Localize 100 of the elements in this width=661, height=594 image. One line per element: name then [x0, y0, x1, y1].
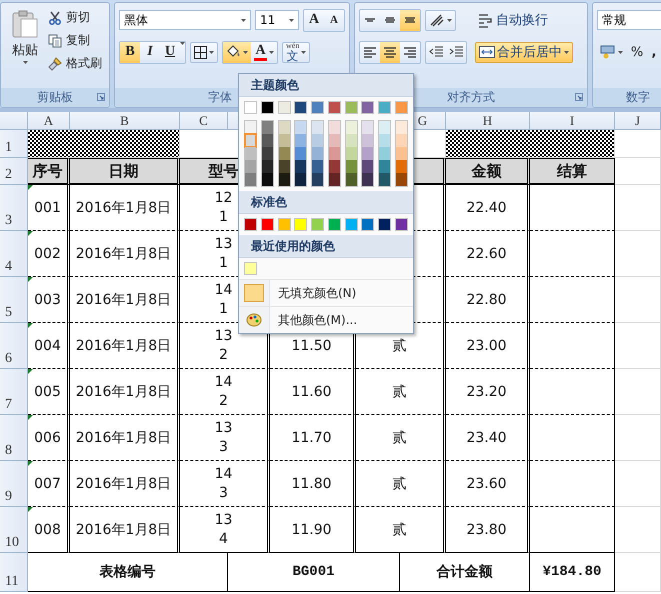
color-swatch[interactable] [379, 134, 390, 147]
shrink-font-button[interactable]: A [324, 10, 344, 30]
underline-button[interactable]: U [160, 42, 180, 62]
color-swatch[interactable] [362, 173, 374, 186]
dialog-launcher-icon[interactable] [97, 93, 105, 101]
color-swatch[interactable] [396, 160, 407, 173]
color-swatch[interactable] [278, 218, 291, 231]
color-swatch[interactable] [394, 101, 408, 114]
color-swatch[interactable] [346, 134, 357, 147]
color-swatch[interactable] [278, 173, 290, 186]
number-format-field[interactable]: 常规 [597, 10, 661, 30]
italic-button[interactable]: I [140, 42, 160, 62]
color-swatch[interactable] [328, 218, 341, 231]
color-swatch[interactable] [244, 101, 257, 114]
percent-button[interactable]: % [627, 42, 647, 62]
color-swatch[interactable] [328, 101, 341, 114]
color-swatch[interactable] [260, 218, 274, 231]
color-swatch[interactable] [378, 218, 392, 231]
color-swatch[interactable] [295, 147, 306, 160]
color-swatch[interactable] [244, 218, 257, 231]
color-swatch[interactable] [378, 101, 392, 114]
color-swatch[interactable] [312, 160, 324, 173]
column-header[interactable]: J [615, 112, 661, 130]
merge-center-button[interactable]: 合并后居中 [475, 42, 573, 62]
color-swatch[interactable] [328, 134, 340, 147]
borders-button[interactable] [190, 42, 218, 62]
color-swatch[interactable] [278, 134, 290, 147]
row-header[interactable]: 11 [0, 553, 28, 592]
color-swatch[interactable] [245, 147, 256, 160]
row-header[interactable]: 2 [0, 158, 28, 185]
color-swatch[interactable] [362, 147, 374, 160]
vertical-align-button[interactable] [400, 10, 420, 30]
clipboard-action[interactable]: 复制 [45, 30, 105, 51]
color-swatch[interactable] [328, 160, 340, 173]
color-swatch[interactable] [394, 218, 408, 231]
color-swatch[interactable] [262, 121, 273, 134]
color-swatch[interactable] [278, 147, 290, 160]
color-swatch[interactable] [328, 173, 340, 186]
color-swatch[interactable] [328, 147, 340, 160]
color-swatch[interactable] [312, 147, 324, 160]
color-swatch[interactable] [278, 101, 291, 114]
dialog-launcher-icon[interactable] [575, 93, 583, 101]
row-header[interactable]: 3 [0, 185, 28, 231]
wrap-text-button[interactable]: 自动换行 [474, 10, 552, 30]
color-swatch[interactable] [346, 160, 357, 173]
menu-item[interactable]: 无填充颜色(N) [278, 284, 356, 302]
font-size-field[interactable]: 11 [255, 10, 299, 30]
color-swatch[interactable] [262, 160, 273, 173]
color-swatch[interactable] [346, 173, 357, 186]
row-header[interactable]: 10 [0, 507, 28, 553]
color-swatch[interactable] [295, 134, 306, 147]
row-header[interactable]: 9 [0, 461, 28, 507]
color-swatch[interactable] [245, 134, 256, 147]
color-swatch[interactable] [362, 134, 374, 147]
row-header[interactable]: 8 [0, 415, 28, 461]
color-swatch[interactable] [379, 160, 390, 173]
bold-button[interactable]: B [120, 42, 140, 62]
color-swatch[interactable] [312, 173, 324, 186]
clipboard-action[interactable]: 格式刷 [45, 53, 105, 74]
column-header[interactable]: H [446, 112, 530, 130]
phonetic-button[interactable]: wén 文 [282, 42, 310, 62]
color-swatch[interactable] [346, 147, 357, 160]
color-swatch[interactable] [262, 173, 273, 186]
color-swatch[interactable] [344, 218, 358, 231]
color-swatch[interactable] [362, 160, 374, 173]
row-header[interactable]: 6 [0, 323, 28, 369]
fill-color-button[interactable] [223, 42, 251, 62]
color-swatch[interactable] [294, 218, 308, 231]
color-swatch[interactable] [396, 134, 407, 147]
color-swatch[interactable] [361, 101, 374, 114]
select-all-corner[interactable] [0, 112, 28, 130]
comma-button[interactable]: , [649, 42, 659, 62]
color-swatch[interactable] [294, 101, 308, 114]
grow-font-button[interactable]: A [304, 10, 324, 30]
color-swatch[interactable] [262, 134, 273, 147]
color-swatch[interactable] [311, 101, 324, 114]
color-swatch[interactable] [361, 218, 374, 231]
orientation-button[interactable] [425, 10, 456, 30]
color-swatch[interactable] [362, 121, 374, 134]
color-swatch[interactable] [245, 173, 256, 186]
color-swatch[interactable] [260, 101, 274, 114]
color-swatch[interactable] [396, 147, 407, 160]
color-swatch[interactable] [346, 121, 357, 134]
color-swatch[interactable] [328, 121, 340, 134]
row-header[interactable]: 7 [0, 369, 28, 415]
color-swatch[interactable] [396, 173, 407, 186]
color-swatch[interactable] [396, 121, 407, 134]
row-header[interactable]: 4 [0, 231, 28, 277]
color-swatch[interactable] [312, 134, 324, 147]
horizontal-align-button[interactable] [380, 42, 400, 62]
column-header[interactable]: C [180, 112, 228, 130]
color-swatch[interactable] [311, 218, 324, 231]
color-swatch[interactable] [245, 121, 256, 134]
row-header[interactable]: 5 [0, 277, 28, 323]
color-swatch[interactable] [278, 121, 290, 134]
column-header[interactable]: B [70, 112, 180, 130]
clipboard-action[interactable]: 剪切 [45, 7, 105, 28]
row-header[interactable]: 1 [0, 130, 28, 158]
font-name-field[interactable]: 黑体 [119, 10, 251, 30]
color-swatch[interactable] [278, 160, 290, 173]
